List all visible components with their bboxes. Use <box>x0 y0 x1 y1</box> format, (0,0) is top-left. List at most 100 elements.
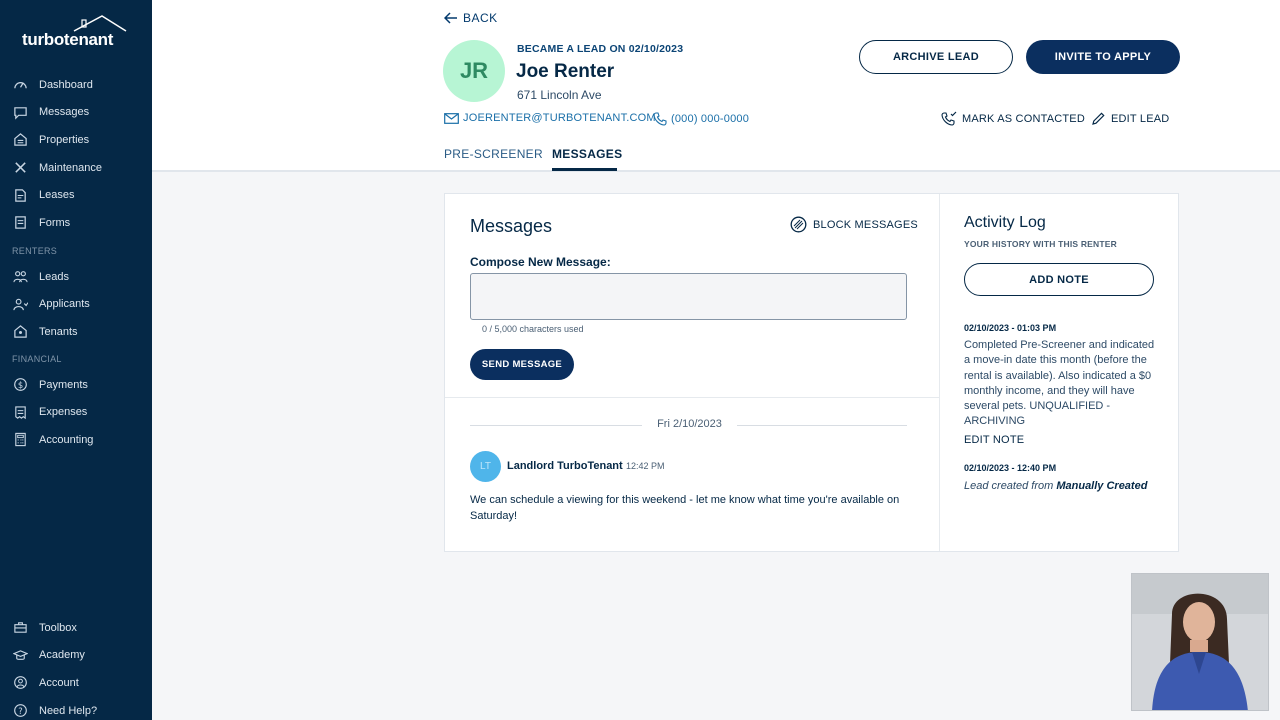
compose-label: Compose New Message: <box>470 255 611 269</box>
tab-messages[interactable]: MESSAGES <box>552 147 622 161</box>
turbotenant-logo[interactable]: turbotenant <box>22 14 132 54</box>
svg-text:?: ? <box>18 706 22 716</box>
edit-lead-button[interactable]: EDIT LEAD <box>1091 111 1169 126</box>
activity-log-subtitle: YOUR HISTORY WITH THIS RENTER <box>964 239 1117 249</box>
sidebar-item-label: Leases <box>39 189 75 202</box>
log-entry-prefix: Lead created from <box>964 480 1054 492</box>
back-label: BACK <box>463 11 498 25</box>
lead-avatar: JR <box>443 40 505 102</box>
lead-email-link[interactable]: JOERENTER@TURBOTENANT.COM <box>444 112 656 124</box>
lead-name: Joe Renter <box>516 61 615 82</box>
main-nav: Dashboard Messages Properties Maintenanc… <box>0 71 152 237</box>
message-time: 12:42 PM <box>626 461 665 471</box>
sidebar-item-label: Leads <box>39 270 69 283</box>
chat-icon <box>12 104 28 120</box>
archive-lead-button[interactable]: ARCHIVE LEAD <box>859 40 1013 74</box>
sender-avatar: LT <box>470 451 501 482</box>
arrow-left-icon <box>444 12 457 24</box>
section-financial: FINANCIAL <box>12 353 62 364</box>
date-separator: Fri 2/10/2023 <box>657 418 722 430</box>
logo-text: turbotenant <box>22 30 114 49</box>
send-message-button[interactable]: SEND MESSAGE <box>470 349 574 380</box>
sidebar-item-label: Academy <box>39 649 85 662</box>
sidebar-item-toolbox[interactable]: Toolbox <box>0 614 152 642</box>
sidebar-item-label: Applicants <box>39 298 90 311</box>
tab-pre-screener[interactable]: PRE-SCREENER <box>444 147 543 161</box>
sidebar-item-label: Payments <box>39 378 88 391</box>
add-note-button[interactable]: ADD NOTE <box>964 263 1154 296</box>
lead-header: BACK JR BECAME A LEAD ON 02/10/2023 Joe … <box>152 0 1280 172</box>
bottom-nav: Toolbox Academy Account ? Need Help? <box>0 614 152 720</box>
lead-phone-link[interactable]: (000) 000-0000 <box>653 112 749 126</box>
mark-as-contacted-label: MARK AS CONTACTED <box>962 112 1085 125</box>
sidebar-item-label: Accounting <box>39 433 94 446</box>
log-entry-text: Lead created from Manually Created <box>964 480 1147 492</box>
sidebar-item-label: Dashboard <box>39 78 93 91</box>
mark-as-contacted-button[interactable]: MARK AS CONTACTED <box>941 111 1085 126</box>
presenter-illustration <box>1132 574 1268 710</box>
sidebar-item-help[interactable]: ? Need Help? <box>0 697 152 720</box>
user-icon <box>12 675 28 691</box>
message-sender: Landlord TurboTenant <box>507 460 623 472</box>
phone-check-icon <box>941 111 957 126</box>
sidebar-item-label: Expenses <box>39 406 88 419</box>
help-icon: ? <box>12 703 28 719</box>
mail-icon <box>444 112 459 124</box>
wrench-icon <box>12 160 28 176</box>
sidebar-item-leases[interactable]: Leases <box>0 181 152 209</box>
messages-title: Messages <box>470 216 553 236</box>
pencil-icon <box>1092 112 1105 125</box>
sidebar-item-accounting[interactable]: Accounting <box>0 426 152 454</box>
edit-note-button[interactable]: EDIT NOTE <box>964 434 1024 446</box>
graduation-icon <box>12 647 28 663</box>
dollar-icon: $ <box>12 377 28 393</box>
sidebar-item-label: Messages <box>39 106 90 119</box>
sidebar-item-label: Tenants <box>39 325 78 338</box>
sidebar-item-messages[interactable]: Messages <box>0 99 152 127</box>
applicant-icon <box>12 296 28 312</box>
phone-icon <box>653 112 667 126</box>
svg-text:$: $ <box>17 380 22 390</box>
lead-since-date: BECAME A LEAD ON 02/10/2023 <box>517 43 684 55</box>
sidebar-item-properties[interactable]: Properties <box>0 126 152 154</box>
edit-lead-label: EDIT LEAD <box>1111 112 1170 125</box>
lead-address: 671 Lincoln Ave <box>517 88 602 102</box>
sidebar-item-academy[interactable]: Academy <box>0 642 152 670</box>
sidebar-item-label: Maintenance <box>39 161 102 174</box>
divider <box>737 425 907 426</box>
log-entry-text: Completed Pre-Screener and indicated a m… <box>964 339 1155 428</box>
active-tab-indicator <box>552 168 617 171</box>
calculator-icon <box>12 432 28 448</box>
sidebar-item-tenants[interactable]: Tenants <box>0 318 152 346</box>
building-icon <box>12 132 28 148</box>
sidebar-item-applicants[interactable]: Applicants <box>0 291 152 319</box>
house-person-icon <box>12 324 28 340</box>
divider <box>470 425 642 426</box>
sidebar-item-forms[interactable]: Forms <box>0 209 152 237</box>
sidebar-item-payments[interactable]: $ Payments <box>0 371 152 399</box>
sidebar-item-leads[interactable]: Leads <box>0 263 152 291</box>
sidebar-item-dashboard[interactable]: Dashboard <box>0 71 152 99</box>
sidebar-item-label: Properties <box>39 133 90 146</box>
invite-to-apply-button[interactable]: INVITE TO APPLY <box>1026 40 1180 74</box>
back-button[interactable]: BACK <box>444 11 498 25</box>
block-messages-button[interactable]: BLOCK MESSAGES <box>790 216 918 233</box>
sidebar-item-maintenance[interactable]: Maintenance <box>0 154 152 182</box>
sidebar-item-label: Account <box>39 676 79 689</box>
sidebar-item-expenses[interactable]: Expenses <box>0 399 152 427</box>
compose-message-input[interactable] <box>470 273 907 320</box>
financial-nav: FINANCIAL $ Payments Expenses Accounting <box>0 346 152 454</box>
section-renters: RENTERS <box>12 245 58 256</box>
block-icon <box>790 216 807 233</box>
people-icon <box>12 269 28 285</box>
divider <box>939 194 940 551</box>
sidebar-item-account[interactable]: Account <box>0 669 152 697</box>
receipt-icon <box>12 404 28 420</box>
sidebar-item-label: Need Help? <box>39 704 98 717</box>
character-count: 0 / 5,000 characters used <box>482 324 584 334</box>
sidebar-item-label: Toolbox <box>39 621 77 634</box>
messages-card: Messages BLOCK MESSAGES Compose New Mess… <box>444 193 1179 552</box>
gauge-icon <box>12 77 28 93</box>
log-entry-source: Manually Created <box>1056 480 1148 492</box>
lead-email: JOERENTER@TURBOTENANT.COM <box>463 112 656 124</box>
